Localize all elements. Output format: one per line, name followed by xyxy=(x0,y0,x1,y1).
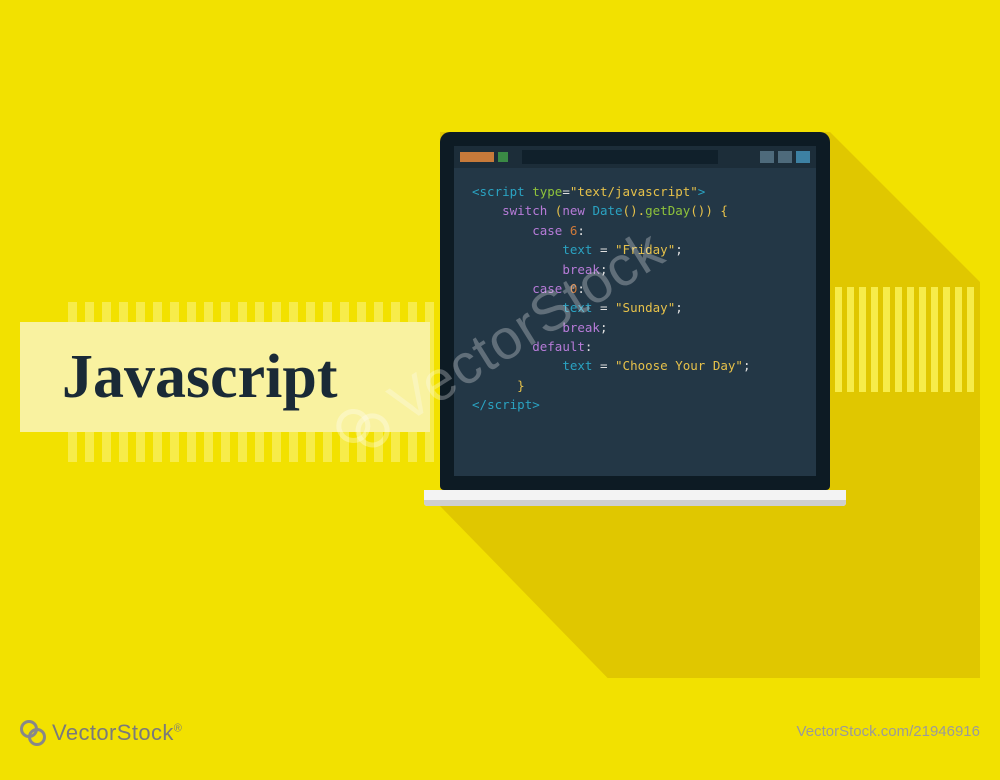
maximize-icon xyxy=(778,151,792,163)
illustration-canvas: Javascript <script type="text/javascript… xyxy=(20,32,980,678)
minimize-icon xyxy=(760,151,774,163)
laptop: <script type="text/javascript"> switch (… xyxy=(440,132,830,506)
tab-accent-2 xyxy=(498,152,508,162)
tab-accent xyxy=(460,152,494,162)
decor-stripes-right xyxy=(835,287,974,392)
title-text: Javascript xyxy=(62,342,338,413)
title-band: Javascript xyxy=(20,322,430,432)
brand-logo-icon xyxy=(20,720,46,746)
brand-text: VectorStock® xyxy=(52,720,182,746)
window-topbar xyxy=(454,146,816,168)
code-block: <script type="text/javascript"> switch (… xyxy=(454,168,816,425)
laptop-bezel: <script type="text/javascript"> switch (… xyxy=(440,132,830,490)
code-editor-screen: <script type="text/javascript"> switch (… xyxy=(454,146,816,476)
close-icon xyxy=(796,151,810,163)
laptop-base xyxy=(424,490,846,506)
watermark-brand: VectorStock® xyxy=(20,720,182,746)
address-bar xyxy=(522,150,718,164)
watermark-id: VectorStock.com/21946916 xyxy=(797,723,980,740)
